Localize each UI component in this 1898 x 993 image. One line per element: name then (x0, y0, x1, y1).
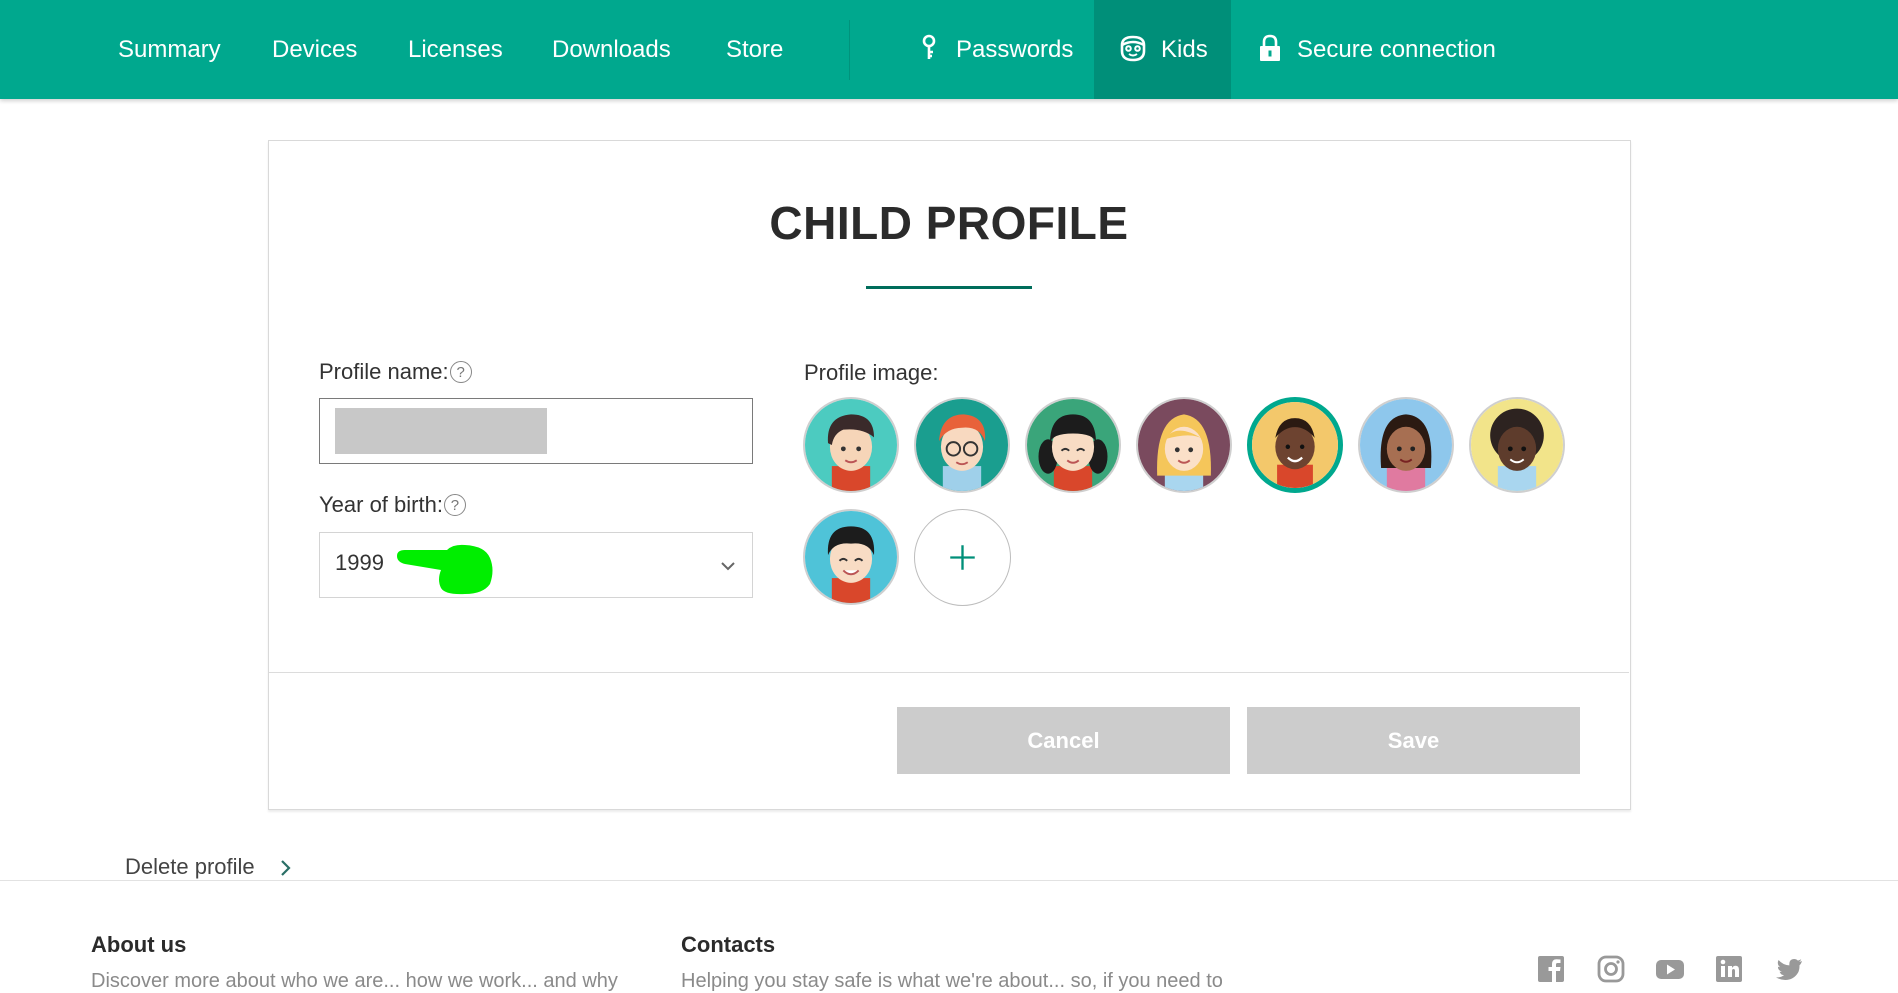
instagram-icon[interactable] (1596, 954, 1626, 984)
avatar-girl-brown-hair[interactable] (1358, 397, 1454, 493)
footer-about-heading: About us (91, 932, 187, 957)
help-icon[interactable]: ? (449, 361, 472, 383)
footer-about-text: Discover more about who we are... how we… (91, 970, 618, 992)
avatar-boy-dark-skin[interactable] (1247, 397, 1343, 493)
kid-face-icon (1118, 33, 1148, 63)
youtube-icon[interactable] (1655, 954, 1685, 984)
nav-item-store[interactable]: Store (726, 0, 783, 99)
year-of-birth-label: Year of birth:? (319, 492, 466, 518)
nav-item-devices[interactable]: Devices (272, 0, 357, 99)
avatar-girl-pigtails[interactable] (1025, 397, 1121, 493)
footer-divider (0, 880, 1898, 881)
key-icon (915, 33, 945, 63)
facebook-icon[interactable] (1536, 954, 1566, 984)
linkedin-icon[interactable] (1714, 954, 1744, 984)
avatar-girl-blonde[interactable] (1136, 397, 1232, 493)
footer-contacts-heading: Contacts (681, 932, 776, 957)
avatar-boy-glasses[interactable] (914, 397, 1010, 493)
chevron-down-icon (718, 556, 738, 576)
year-of-birth-select[interactable] (319, 532, 753, 598)
nav-item-kids[interactable]: Kids (1161, 0, 1208, 99)
year-of-birth-value: 1999 (335, 550, 384, 575)
add-profile-image-button[interactable] (914, 509, 1011, 606)
avatar-girl-curly-hair[interactable] (1469, 397, 1565, 493)
lock-icon (1255, 33, 1285, 63)
year-of-birth-label-text: Year of birth: (319, 492, 443, 517)
page-title: CHILD PROFILE (769, 197, 1129, 249)
chevron-right-icon (279, 858, 293, 878)
redacted-name-value (335, 408, 547, 454)
avatar-boy-dark-hair[interactable] (803, 397, 899, 493)
twitter-icon[interactable] (1774, 954, 1804, 984)
nav-item-downloads[interactable]: Downloads (552, 0, 671, 99)
nav-item-summary[interactable]: Summary (118, 0, 221, 99)
nav-item-licenses[interactable]: Licenses (408, 0, 503, 99)
avatar-boy-black-hair[interactable] (803, 509, 899, 605)
nav-item-passwords[interactable]: Passwords (956, 0, 1073, 99)
profile-name-label: Profile name:? (319, 359, 472, 385)
help-icon[interactable]: ? (443, 494, 466, 516)
nav-item-secure-connection[interactable]: Secure connection (1297, 0, 1496, 99)
profile-image-label: Profile image: (804, 360, 939, 385)
title-underline (866, 286, 1032, 289)
cancel-button[interactable]: Cancel (897, 707, 1230, 774)
footer-contacts-text: Helping you stay safe is what we're abou… (681, 970, 1223, 992)
nav-divider (849, 20, 850, 80)
save-button[interactable]: Save (1247, 707, 1580, 774)
top-navigation: Summary Devices Licenses Downloads Store… (0, 0, 1898, 99)
card-divider (269, 672, 1629, 673)
profile-name-label-text: Profile name: (319, 359, 449, 384)
delete-profile-link[interactable]: Delete profile (125, 854, 255, 880)
pointing-hand-icon (395, 540, 495, 596)
